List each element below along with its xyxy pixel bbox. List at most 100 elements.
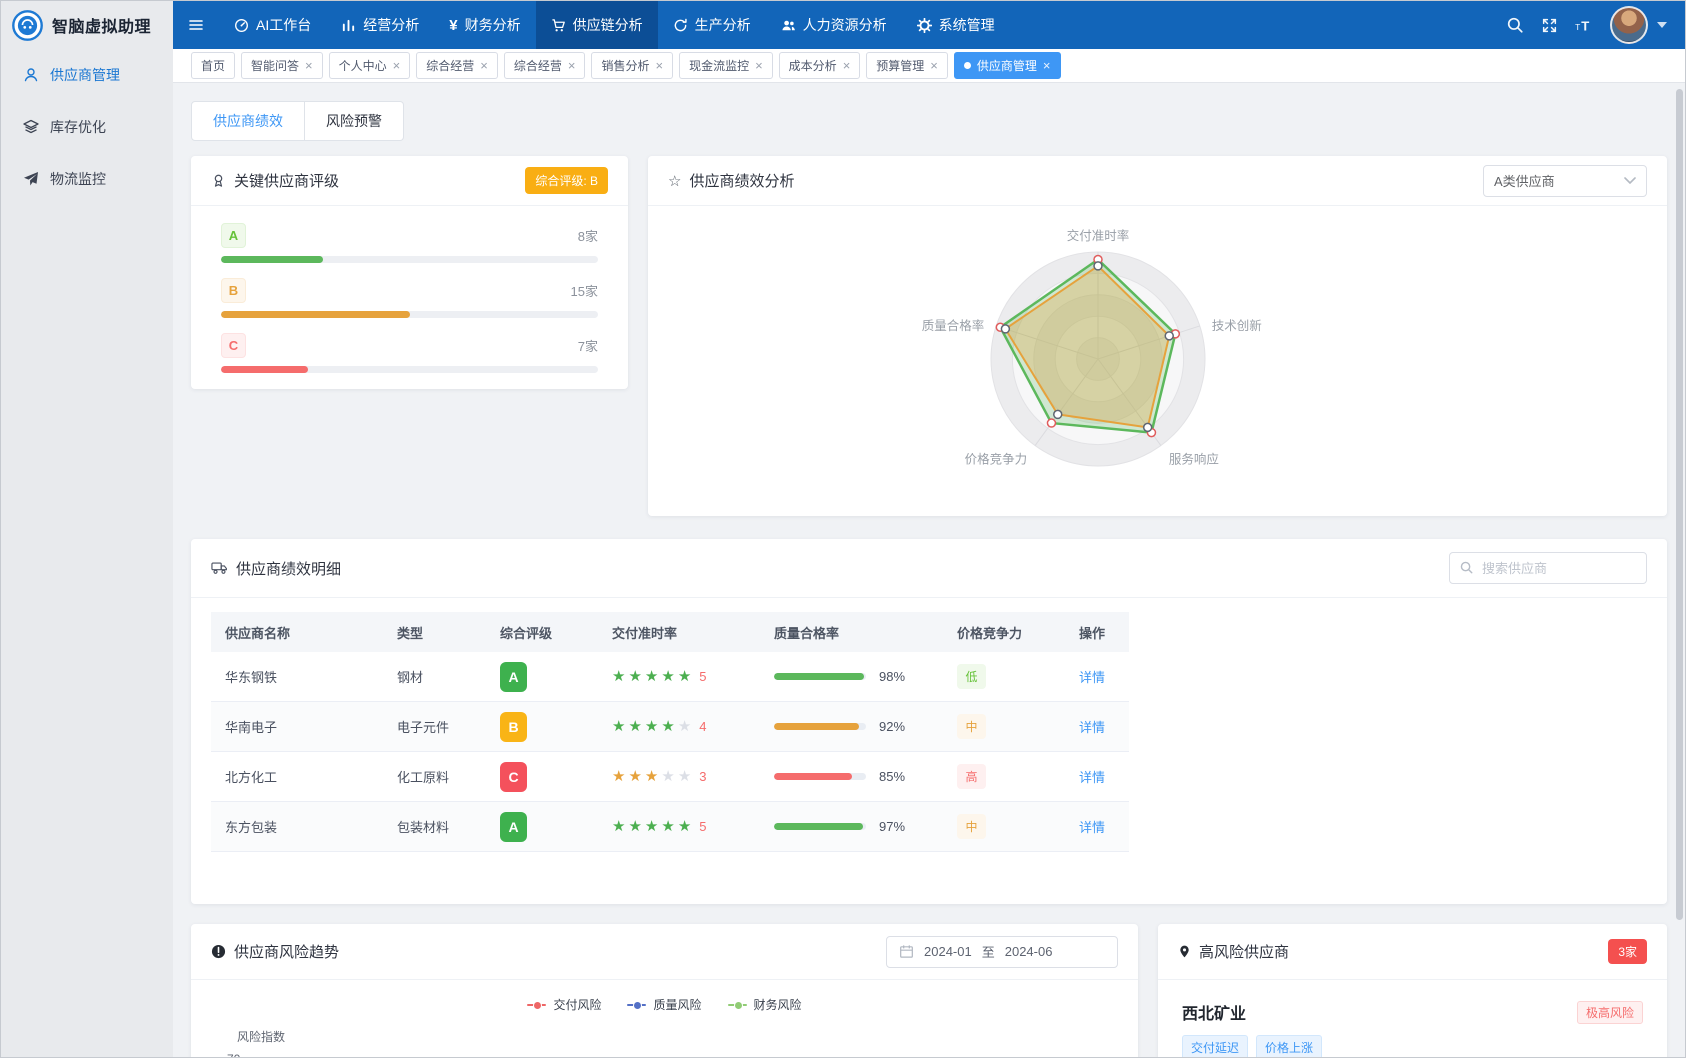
search-icon[interactable] [1506, 16, 1524, 34]
risk-tag: 交付延迟 [1182, 1035, 1248, 1057]
legend-item[interactable]: 财务风险 [728, 996, 802, 1013]
column-header: 类型 [383, 623, 486, 642]
close-tab-icon[interactable]: × [843, 59, 851, 72]
sidebar-item-logistics-monitoring[interactable]: 物流监控 [1, 153, 173, 205]
pass-rate-value: 97% [879, 819, 905, 834]
nav-item-business-analysis[interactable]: 经营分析 [326, 1, 434, 49]
close-tab-icon[interactable]: × [568, 59, 576, 72]
scrollbar-thumb[interactable] [1676, 89, 1683, 920]
star-count: 4 [699, 719, 706, 734]
window-tab-label: 成本分析 [789, 57, 837, 74]
sidebar-item-supplier-management[interactable]: 供应商管理 [1, 49, 173, 101]
window-tab[interactable]: 智能问答× [241, 52, 323, 79]
rating-card-title: 关键供应商评级 [234, 170, 339, 191]
nav-item-production-analysis[interactable]: 生产分析 [658, 1, 766, 49]
nav-item-supply-chain-analysis[interactable]: 供应链分析 [536, 1, 658, 49]
pass-rate-cell: 92% [760, 719, 943, 734]
nav-item-finance-analysis[interactable]: ¥ 财务分析 [434, 1, 535, 49]
star-icon: ★ [661, 719, 674, 734]
window-tab-label: 销售分析 [601, 57, 649, 74]
star-rating: ★★★★★ [612, 719, 691, 734]
nav-item-system-management[interactable]: 系统管理 [902, 1, 1010, 49]
window-tab-label: 综合经营 [514, 57, 562, 74]
legend-item[interactable]: 交付风险 [527, 996, 601, 1013]
window-tab[interactable]: 成本分析 × [779, 52, 861, 79]
top-header: 智脑虚拟助理 AI工作台经营分析¥财务分析供应链分析生产分析人力资源分析系统管理… [1, 1, 1685, 49]
pass-rate-bar-track [774, 723, 866, 730]
window-tab[interactable]: 现金流监控× [679, 52, 773, 79]
detail-link[interactable]: 详情 [1079, 767, 1105, 786]
gauge-icon [234, 18, 249, 33]
fullscreen-icon[interactable] [1541, 17, 1558, 34]
radar-chart: 交付准时率技术创新服务响应价格竞争力质量合格率 [648, 206, 1655, 515]
window-tab[interactable]: 销售分析 × [591, 52, 673, 79]
supplier-class-select[interactable]: A类供应商 [1483, 165, 1647, 197]
close-tab-icon[interactable]: × [305, 59, 313, 72]
detail-link[interactable]: 详情 [1079, 717, 1105, 736]
window-tab[interactable]: 综合经营 × [504, 52, 586, 79]
radar-axis-label: 价格竞争力 [965, 452, 1028, 467]
price-level-cell: 中 [943, 714, 1065, 739]
nav-item-ai-workbench[interactable]: AI工作台 [219, 1, 326, 49]
radar-chart-area: 交付准时率技术创新服务响应价格竞争力质量合格率 [648, 206, 1667, 515]
font-size-icon[interactable]: TT [1575, 18, 1593, 33]
nav-item-menu-toggle[interactable] [173, 1, 219, 49]
grade-cell: B [486, 712, 598, 742]
nav-item-hr-analysis[interactable]: 人力资源分析 [766, 1, 902, 49]
legend-marker [527, 1004, 546, 1006]
radar-card-title-group: ☆ 供应商绩效分析 [668, 170, 794, 191]
high-risk-title: 高风险供应商 [1199, 941, 1289, 962]
sidebar-item-inventory-optimization[interactable]: 库存优化 [1, 101, 173, 153]
star-icon: ★ [645, 769, 658, 784]
close-tab-icon[interactable]: × [755, 59, 763, 72]
close-tab-icon[interactable]: × [480, 59, 488, 72]
bottom-cards-row: 供应商风险趋势 2024-01 至 2024-06 交付风险质量风险财务风险 风… [191, 924, 1667, 1057]
close-tab-icon[interactable]: × [393, 59, 401, 72]
person-icon [23, 67, 39, 83]
star-icon: ★ [612, 719, 625, 734]
detail-link[interactable]: 详情 [1079, 817, 1105, 836]
grade-badge: C [221, 333, 246, 358]
star-icon: ★ [661, 819, 674, 834]
user-menu-caret-icon[interactable] [1657, 22, 1667, 28]
close-tab-icon[interactable]: × [1043, 59, 1051, 72]
date-range-picker[interactable]: 2024-01 至 2024-06 [886, 936, 1118, 968]
truck-icon [211, 561, 228, 575]
price-level-tag: 中 [957, 814, 986, 839]
close-tab-icon[interactable]: × [930, 59, 938, 72]
risk-tags: 交付延迟价格上涨 [1182, 1035, 1643, 1057]
detail-link[interactable]: 详情 [1079, 667, 1105, 686]
nav-item-label: 人力资源分析 [803, 15, 887, 35]
cart-icon [551, 18, 566, 33]
supplier-type-cell: 钢材 [383, 667, 486, 686]
grade-badge: A [500, 662, 527, 692]
radar-point [1144, 423, 1152, 431]
column-header: 交付准时率 [598, 623, 760, 642]
legend-item[interactable]: 质量风险 [627, 996, 701, 1013]
sync-icon [673, 18, 688, 33]
close-tab-icon[interactable]: × [655, 59, 663, 72]
content-tab[interactable]: 风险预警 [305, 101, 404, 141]
radar-axis-label: 质量合格率 [922, 318, 985, 333]
rating-row: A8家 [221, 223, 598, 263]
user-avatar[interactable] [1610, 6, 1648, 44]
supplier-type-cell: 化工原料 [383, 767, 486, 786]
radar-point [1165, 332, 1173, 340]
window-tab[interactable]: 供应商管理× [954, 52, 1061, 79]
window-tab[interactable]: 个人中心× [329, 52, 411, 79]
yen-icon: ¥ [449, 17, 457, 34]
high-risk-list: 西北矿业极高风险交付延迟价格上涨 [1158, 980, 1667, 1057]
star-count: 5 [699, 669, 706, 684]
window-tab[interactable]: 综合经营× [416, 52, 498, 79]
supplier-search-input[interactable] [1449, 552, 1647, 584]
top-cards-row: 关键供应商评级 综合评级: B A8家B15家C7家 ☆ 供应商绩效分析 A类供… [191, 156, 1667, 516]
high-risk-count-badge: 3家 [1608, 939, 1647, 964]
rating-rows: A8家B15家C7家 [191, 206, 628, 373]
content-tab[interactable]: 供应商绩效 [191, 101, 305, 141]
legend-label: 交付风险 [553, 996, 601, 1013]
window-tab[interactable]: 预算管理× [866, 52, 948, 79]
action-cell: 详情 [1065, 667, 1129, 686]
window-tab[interactable]: 首页 [191, 52, 235, 79]
pass-rate-bar-fill [774, 723, 859, 730]
nav-item-label: 财务分析 [465, 15, 521, 35]
